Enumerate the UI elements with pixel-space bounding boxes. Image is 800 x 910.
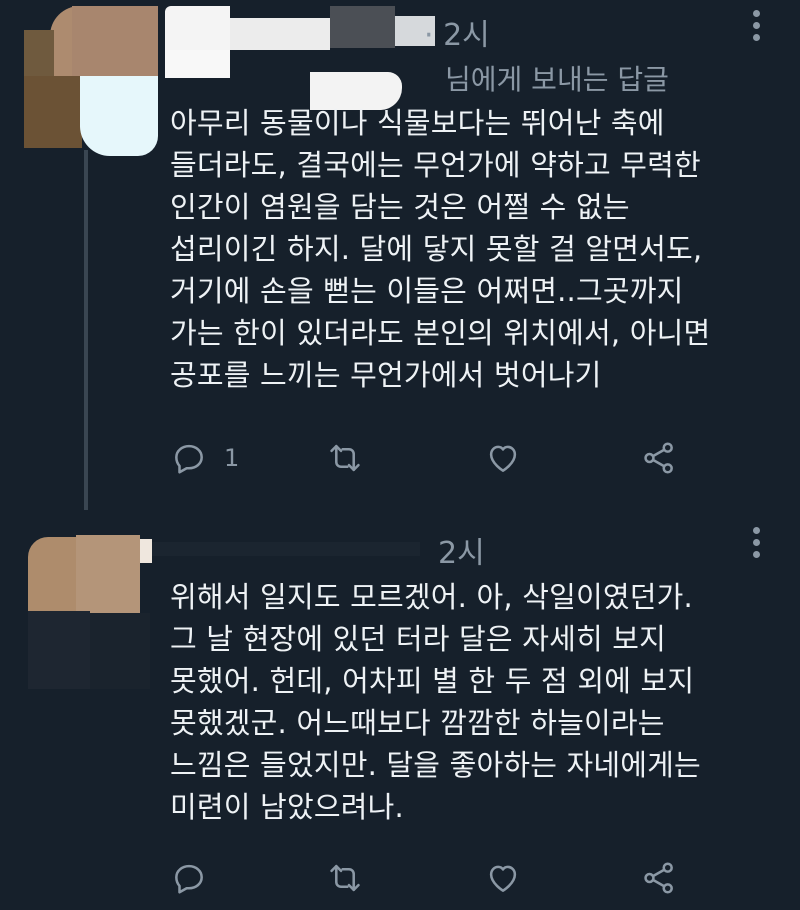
retweet-button[interactable] <box>326 438 364 478</box>
timestamp[interactable]: · 2시 <box>424 10 490 54</box>
tweet-text-line: 못했겠군. 어느때보다 깜깜한 하늘이라는 <box>170 706 665 740</box>
reply-icon <box>175 444 203 474</box>
action-bar <box>170 858 690 898</box>
action-bar: 1 <box>170 438 690 478</box>
retweet-button[interactable] <box>326 858 364 898</box>
username-censored[interactable] <box>165 6 435 50</box>
more-icon[interactable] <box>748 10 764 46</box>
avatar[interactable] <box>0 0 165 160</box>
like-icon <box>489 865 517 892</box>
share-icon <box>644 862 673 894</box>
retweet-icon <box>330 444 360 472</box>
like-button[interactable] <box>484 858 522 898</box>
reply-button[interactable]: 1 <box>170 438 239 478</box>
more-icon[interactable] <box>748 527 764 563</box>
thread-connector-line <box>84 150 88 510</box>
tweet-text-line: 거기에 손을 뻗는 이들은 어쩌면..그곳까지 <box>170 274 684 308</box>
tweet-text-line: 느낌은 들었지만. 달을 좋아하는 자네에게는 <box>170 748 701 782</box>
like-button[interactable] <box>484 438 522 478</box>
handle-censored[interactable] <box>165 50 435 110</box>
tweet-text-line: 위해서 일지도 모르겠어. 아, 삭일이였던가. <box>170 580 693 614</box>
tweet-text-line: 아무리 동물이나 식물보다는 뛰어난 축에 <box>170 106 665 140</box>
tweet-text-line: 공포를 느끼는 무언가에서 벗어나기 <box>170 358 602 392</box>
tweet-text: 위해서 일지도 모르겠어. 아, 삭일이였던가. 그 날 현장에 있던 터라 달… <box>170 576 780 828</box>
retweet-icon <box>330 864 360 892</box>
tweet-text-line: 들더라도, 결국에는 무언가에 약하고 무력한 <box>170 148 701 182</box>
tweet-text-line: 못했어. 헌데, 어차피 별 한 두 점 외에 보지 <box>170 664 695 698</box>
tweet[interactable]: · 2시 님에게 보내는 답글 아무리 동물이나 식물보다는 뛰어난 축에 들더… <box>0 0 800 510</box>
tweet-text: 아무리 동물이나 식물보다는 뛰어난 축에 들더라도, 결국에는 무언가에 약하… <box>170 102 780 396</box>
timestamp[interactable]: 2시 <box>438 528 485 572</box>
tweet-text-line: 가는 한이 있더라도 본인의 위치에서, 아니면 <box>170 316 711 350</box>
reply-button[interactable] <box>170 858 224 898</box>
like-icon <box>489 445 517 472</box>
tweet-text-line: 그 날 현장에 있던 터라 달은 자세히 보지 <box>170 622 667 656</box>
reply-to-label[interactable]: 님에게 보내는 답글 <box>445 58 669 98</box>
avatar[interactable] <box>0 525 160 695</box>
tweet-text-line: 섭리이긴 하지. 달에 닿지 못할 걸 알면서도, <box>170 232 703 266</box>
reply-count: 1 <box>224 444 240 472</box>
share-button[interactable] <box>640 858 678 898</box>
tweet-text-line: 인간이 염원을 담는 것은 어쩔 수 없는 <box>170 190 630 224</box>
reply-icon <box>175 864 203 894</box>
tweet-text-line: 미련이 남았으려나. <box>170 790 404 824</box>
share-icon <box>644 442 673 474</box>
username-censored[interactable] <box>150 528 420 568</box>
share-button[interactable] <box>640 438 678 478</box>
